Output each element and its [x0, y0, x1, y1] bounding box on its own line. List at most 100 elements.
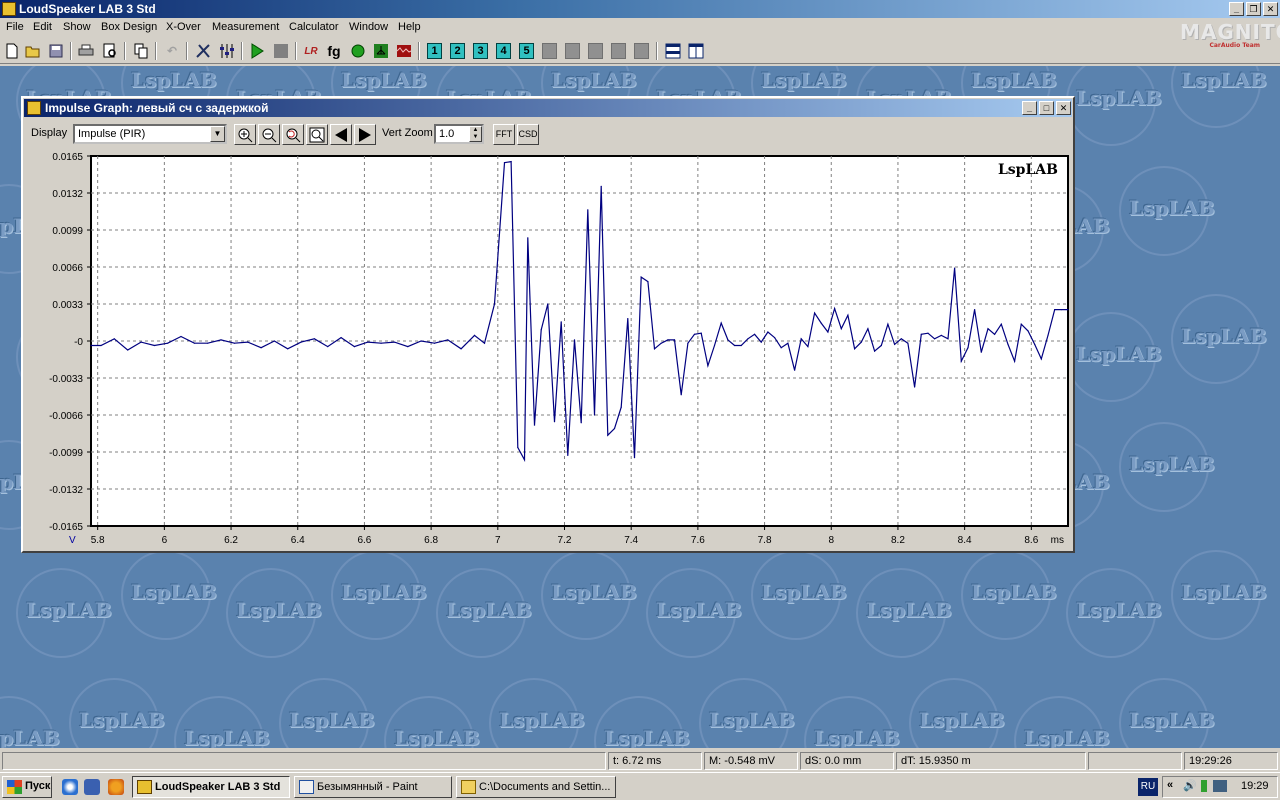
display-select[interactable]: Impulse (PIR) ▼: [73, 124, 227, 144]
vert-zoom-spinner[interactable]: ▲ ▼: [469, 126, 482, 142]
impulse-data-point: [693, 333, 696, 335]
network-icon[interactable]: [1213, 780, 1227, 792]
circle-icon[interactable]: [349, 42, 367, 60]
impulse-data-point: [680, 394, 682, 396]
x-tick-label: 7.6: [691, 535, 705, 546]
impulse-data-point: [720, 322, 722, 324]
copy-icon[interactable]: [132, 42, 150, 60]
x-tick-label: 5.8: [91, 535, 105, 546]
menu-x-over[interactable]: X-Over: [166, 21, 201, 33]
impulse-data-point: [407, 346, 409, 348]
vert-zoom-label: Vert Zoom: [382, 127, 433, 139]
menu-help[interactable]: Help: [398, 21, 421, 33]
zoom-out-icon[interactable]: [258, 124, 280, 145]
y-tick-label: 0.0165: [52, 152, 83, 163]
impulse-data-point: [547, 303, 549, 305]
menu-calculator[interactable]: Calculator: [289, 21, 339, 33]
watermark-text: LspLAB: [1129, 196, 1215, 220]
menu-edit[interactable]: Edit: [33, 21, 52, 33]
preset-5-button[interactable]: 5: [519, 43, 534, 59]
print-icon[interactable]: [77, 42, 95, 60]
fg-icon[interactable]: fg: [325, 42, 343, 60]
language-indicator[interactable]: RU: [1138, 778, 1158, 796]
stop-icon[interactable]: [272, 42, 290, 60]
csd-button[interactable]: CSD: [517, 124, 539, 145]
firefox-icon[interactable]: [108, 779, 124, 795]
restore-button[interactable]: ❐: [1246, 2, 1261, 16]
tree-icon[interactable]: [372, 42, 390, 60]
impulse-data-point: [517, 446, 519, 449]
waveform-icon[interactable]: [395, 42, 413, 60]
x-axis-label: ms: [1051, 535, 1064, 546]
x-tick-label: 8.4: [958, 535, 972, 546]
chevron-down-icon[interactable]: ▼: [210, 126, 225, 142]
scroll-right-icon[interactable]: [354, 124, 376, 145]
start-button[interactable]: Пуск: [2, 776, 52, 798]
impulse-data-point: [420, 340, 422, 342]
impulse-data-point: [220, 339, 222, 341]
new-icon[interactable]: [3, 42, 21, 60]
tile-vertical-icon[interactable]: [687, 42, 705, 60]
preset-4-button[interactable]: 4: [496, 43, 511, 59]
close-button[interactable]: ✕: [1263, 2, 1278, 16]
watermark-text: LspLAB: [446, 598, 532, 622]
scroll-left-icon[interactable]: [330, 124, 352, 145]
lr-icon[interactable]: LR: [302, 42, 320, 60]
impulse-data-point: [840, 328, 842, 330]
impulse-data-point: [613, 427, 616, 430]
impulse-data-point: [927, 332, 929, 334]
impulse-data-point: [887, 323, 889, 325]
y-tick-label: -0.0033: [49, 374, 83, 385]
impulse-data-point: [587, 209, 589, 211]
impulse-data-point: [747, 338, 749, 340]
fft-button[interactable]: FFT: [493, 124, 515, 145]
tile-horizontal-icon[interactable]: [664, 42, 682, 60]
battery-icon[interactable]: [1201, 780, 1207, 792]
chevron-left-icon[interactable]: «: [1167, 779, 1173, 791]
menu-show[interactable]: Show: [63, 21, 91, 33]
minimize-button[interactable]: _: [1229, 2, 1244, 16]
y-tick-label: -0.0066: [49, 411, 83, 422]
zoom-reset-icon[interactable]: [282, 124, 304, 145]
tools-icon[interactable]: [194, 42, 212, 60]
open-icon[interactable]: [24, 42, 42, 60]
menu-file[interactable]: File: [6, 21, 24, 33]
impulse-data-point: [640, 276, 642, 278]
preset-3-button[interactable]: 3: [473, 43, 488, 59]
impulse-data-point: [834, 307, 836, 310]
x-tick-label: 7: [495, 535, 501, 546]
task-explorer[interactable]: C:\Documents and Settin...: [456, 776, 616, 798]
preset-1-button[interactable]: 1: [427, 43, 442, 59]
child-minimize-button[interactable]: _: [1022, 101, 1037, 115]
volume-icon[interactable]: 🔊: [1183, 779, 1197, 792]
impulse-data-point: [180, 335, 182, 338]
print-preview-icon[interactable]: [101, 42, 119, 60]
child-close-button[interactable]: ✕: [1056, 101, 1071, 115]
task-paint[interactable]: Безымянный - Paint: [294, 776, 452, 798]
task-loudspeaker-lab[interactable]: LoudSpeaker LAB 3 Std: [132, 776, 290, 798]
show-desktop-icon[interactable]: [84, 779, 100, 795]
app-icon: [2, 2, 16, 16]
zoom-in-icon[interactable]: [234, 124, 256, 145]
zoom-fit-icon[interactable]: [306, 124, 328, 145]
child-maximize-button[interactable]: □: [1039, 101, 1054, 115]
undo-icon[interactable]: ↶: [163, 42, 181, 60]
menu-window[interactable]: Window: [349, 21, 388, 33]
paint-icon: [299, 780, 314, 794]
menu-box-design[interactable]: Box Design: [101, 21, 157, 33]
play-icon[interactable]: [248, 42, 266, 60]
folder-icon: [461, 780, 476, 794]
preset-2-button[interactable]: 2: [450, 43, 465, 59]
impulse-data-point: [353, 346, 355, 348]
y-tick-label: -0: [74, 337, 83, 348]
impulse-data-point: [860, 341, 862, 343]
internet-explorer-icon[interactable]: [62, 779, 78, 795]
mixer-icon[interactable]: [218, 42, 236, 60]
vert-zoom-field[interactable]: 1.0 ▲ ▼: [434, 124, 484, 144]
impulse-data-point: [233, 342, 235, 344]
vert-zoom-value: 1.0: [439, 128, 455, 140]
chart-watermark: LspLAB: [998, 162, 1058, 178]
menu-measurement[interactable]: Measurement: [212, 21, 279, 33]
save-icon[interactable]: [47, 42, 65, 60]
x-tick-label: 8.2: [891, 535, 905, 546]
